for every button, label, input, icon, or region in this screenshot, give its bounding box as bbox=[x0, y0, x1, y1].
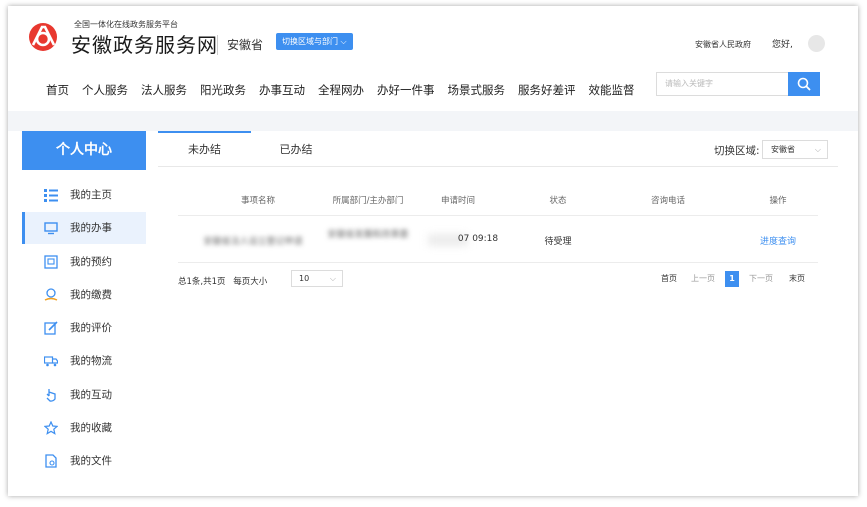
header-divider-band bbox=[8, 111, 858, 131]
monitor-icon bbox=[44, 222, 58, 235]
page-size-value: 10 bbox=[299, 274, 310, 283]
main-nav: 首页 个人服务 法人服务 阳光政务 办事互动 全程网办 办好一件事 场景式服务 … bbox=[46, 82, 648, 98]
sidebar: 个人中心 我的主页 我的办事 我的预约 我的缴费 我的评价 我的物流 我的互动 … bbox=[22, 131, 146, 496]
sidebar-item-rating[interactable]: 我的评价 bbox=[22, 312, 146, 344]
site-title[interactable]: 安徽政务服务网 bbox=[71, 29, 218, 58]
truck-icon bbox=[44, 356, 58, 367]
sidebar-item-label: 我的缴费 bbox=[70, 289, 112, 301]
page-size-label: 每页大小 bbox=[233, 277, 268, 287]
browser-frame: 全国一体化在线政务服务平台 安徽政务服务网 安徽省 切换区域与部门 ⌵ 安徽省人… bbox=[8, 6, 858, 496]
region-label: 切换区域: bbox=[714, 145, 760, 157]
col-header-action: 操作 bbox=[769, 196, 787, 206]
tab-unfinished[interactable]: 未办结 bbox=[158, 131, 251, 166]
prev-page-button[interactable]: 上一页 bbox=[689, 271, 717, 287]
sidebar-title: 个人中心 bbox=[22, 131, 146, 170]
region-select[interactable]: 安徽省 ⌵ bbox=[762, 140, 828, 159]
table-row-divider bbox=[178, 262, 818, 263]
nav-item-open-gov[interactable]: 阳光政务 bbox=[200, 82, 246, 98]
nav-item-supervision[interactable]: 效能监督 bbox=[589, 82, 635, 98]
gov-name[interactable]: 安徽省人民政府 bbox=[695, 39, 751, 50]
nav-item-interaction[interactable]: 办事互动 bbox=[259, 82, 305, 98]
switch-region-label: 切换区域与部门 bbox=[282, 37, 338, 46]
pager-summary: 总1条,共1页 每页大小 bbox=[178, 275, 267, 287]
sidebar-item-home[interactable]: 我的主页 bbox=[22, 179, 146, 211]
chevron-down-icon: ⌵ bbox=[814, 145, 821, 154]
nav-item-legal[interactable]: 法人服务 bbox=[141, 82, 187, 98]
sidebar-item-interaction[interactable]: 我的互动 bbox=[22, 379, 146, 411]
chevron-down-icon: ⌵ bbox=[340, 37, 347, 46]
current-province: 安徽省 bbox=[227, 38, 264, 52]
sidebar-item-label: 我的预约 bbox=[70, 256, 112, 268]
sidebar-item-label: 我的评价 bbox=[70, 322, 112, 334]
next-page-button[interactable]: 下一页 bbox=[747, 271, 775, 287]
current-page-button[interactable]: 1 bbox=[725, 271, 739, 287]
nav-item-scene[interactable]: 场景式服务 bbox=[448, 82, 506, 98]
switch-region-button[interactable]: 切换区域与部门 ⌵ bbox=[276, 33, 353, 50]
progress-query-link[interactable]: 进度查询 bbox=[738, 234, 818, 247]
last-page-button[interactable]: 末页 bbox=[786, 271, 808, 287]
calendar-icon bbox=[44, 255, 58, 269]
nav-item-online[interactable]: 全程网办 bbox=[318, 82, 364, 98]
tab-bar: 未办结 已办结 切换区域: 安徽省 ⌵ bbox=[158, 131, 838, 167]
tab-finished[interactable]: 已办结 bbox=[266, 131, 326, 166]
sidebar-item-label: 我的办事 bbox=[70, 222, 112, 234]
page-size-select[interactable]: 10 ⌵ bbox=[291, 270, 343, 287]
cell-time: 07 09:18 bbox=[457, 234, 499, 244]
first-page-button[interactable]: 首页 bbox=[658, 271, 680, 287]
logo-icon bbox=[29, 23, 57, 51]
sidebar-item-affairs[interactable]: 我的办事 bbox=[22, 212, 146, 244]
sidebar-item-label: 我的物流 bbox=[70, 355, 112, 367]
region-value: 安徽省 bbox=[771, 145, 795, 154]
money-icon bbox=[44, 288, 58, 301]
col-header-phone: 咨询电话 bbox=[650, 196, 685, 206]
cell-status: 待受理 bbox=[544, 237, 572, 247]
table-header-divider bbox=[178, 215, 818, 216]
nav-item-home[interactable]: 首页 bbox=[46, 82, 69, 98]
col-header-name: 事项名称 bbox=[240, 196, 275, 206]
sidebar-item-logistics[interactable]: 我的物流 bbox=[22, 345, 146, 377]
divider bbox=[217, 35, 218, 55]
col-header-dept: 所属部门/主办部门 bbox=[332, 196, 404, 206]
edit-icon bbox=[44, 321, 58, 335]
sidebar-item-label: 我的互动 bbox=[70, 389, 112, 401]
sidebar-item-favorites[interactable]: 我的收藏 bbox=[22, 412, 146, 444]
hand-icon bbox=[46, 389, 56, 402]
greeting: 您好, bbox=[772, 40, 793, 50]
header: 全国一体化在线政务服务平台 安徽政务服务网 安徽省 切换区域与部门 ⌵ 安徽省人… bbox=[8, 6, 858, 111]
search-button[interactable] bbox=[788, 72, 820, 96]
sidebar-item-label: 我的文件 bbox=[70, 455, 112, 467]
main-panel: 未办结 已办结 切换区域: 安徽省 ⌵ 事项名称 所属部门/主办部门 申请时间 … bbox=[158, 131, 838, 496]
pager-count: 总1条,共1页 bbox=[178, 277, 226, 287]
search-input[interactable]: 请输入关键字 bbox=[656, 72, 788, 96]
search-icon bbox=[797, 77, 811, 91]
sidebar-item-label: 我的收藏 bbox=[70, 422, 112, 434]
star-icon bbox=[44, 421, 58, 435]
sidebar-item-payment[interactable]: 我的缴费 bbox=[22, 279, 146, 311]
nav-item-one-thing[interactable]: 办好一件事 bbox=[377, 82, 435, 98]
sidebar-item-appointment[interactable]: 我的预约 bbox=[22, 246, 146, 278]
col-header-time: 申请时间 bbox=[440, 196, 475, 206]
file-icon bbox=[45, 454, 57, 468]
list-icon bbox=[44, 189, 58, 202]
chevron-down-icon: ⌵ bbox=[329, 274, 336, 283]
avatar[interactable] bbox=[808, 35, 825, 52]
sidebar-item-files[interactable]: 我的文件 bbox=[22, 445, 146, 477]
cell-dept: 安徽省发展和改革委 bbox=[327, 230, 409, 240]
nav-item-rating[interactable]: 服务好差评 bbox=[518, 82, 576, 98]
nav-item-personal[interactable]: 个人服务 bbox=[82, 82, 128, 98]
sidebar-item-label: 我的主页 bbox=[70, 189, 112, 201]
col-header-status: 状态 bbox=[549, 196, 567, 206]
cell-item-name[interactable]: 安徽省法人设立登记申请 bbox=[188, 234, 318, 247]
